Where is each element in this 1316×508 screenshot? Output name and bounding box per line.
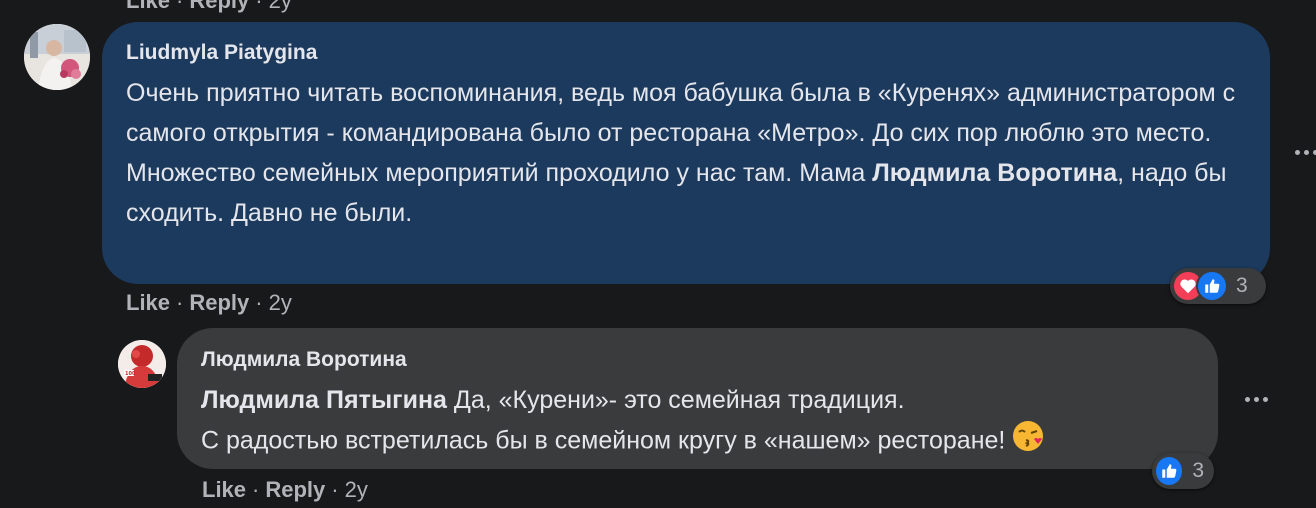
like-icon <box>1196 270 1228 302</box>
reply-author[interactable]: Людмила Воротина <box>201 347 1194 373</box>
separator-dot: · <box>176 0 184 13</box>
separator-dot: · <box>255 0 263 13</box>
reply-link[interactable]: Reply <box>189 0 249 14</box>
reaction-summary[interactable]: 3 <box>1170 268 1266 304</box>
reaction-count: 3 <box>1192 459 1204 482</box>
comment-thread: Like · Reply · 2y Liudmyla Piatygina Оче… <box>0 0 1316 508</box>
comment-actions: Like · Reply · 2y <box>126 290 292 316</box>
like-link[interactable]: Like <box>126 290 170 316</box>
mention-link[interactable]: Людмила Воротина <box>872 159 1117 187</box>
comment-text: Очень приятно читать воспоминания, ведь … <box>126 73 1246 233</box>
reply-actions: Like · Reply · 2y <box>202 477 368 503</box>
separator-dot: · <box>331 477 339 502</box>
reply-avatar[interactable]: 100 <box>118 340 166 388</box>
svg-text:100: 100 <box>125 371 136 377</box>
reply-bubble: Людмила Воротина Людмила Пятыгина Да, «К… <box>177 328 1218 469</box>
reply-options-button[interactable] <box>1236 389 1276 409</box>
comment-author[interactable]: Liudmyla Piatygina <box>126 40 1246 66</box>
ellipsis-icon <box>1244 396 1268 402</box>
comment-options-button[interactable] <box>1286 142 1316 162</box>
separator-dot: · <box>255 290 263 315</box>
like-icon <box>1154 455 1185 487</box>
reaction-count: 3 <box>1236 274 1248 297</box>
like-link[interactable]: Like <box>202 477 246 503</box>
timestamp[interactable]: 2y <box>269 290 292 316</box>
reply-link[interactable]: Reply <box>265 477 325 503</box>
separator-dot: · <box>252 477 260 502</box>
timestamp[interactable]: 2y <box>345 477 368 503</box>
previous-comment-actions: Like · Reply · 2y <box>126 0 292 14</box>
reply-text-line1: Да, «Курени»- это семейная традиция. <box>446 386 905 414</box>
profile-photo-icon: 100 <box>118 340 166 388</box>
comment-bubble: Liudmyla Piatygina Очень приятно читать … <box>102 22 1270 284</box>
reply-reaction-summary[interactable]: 3 <box>1152 453 1214 489</box>
reply-link[interactable]: Reply <box>189 290 249 316</box>
ellipsis-icon <box>1294 149 1316 155</box>
timestamp[interactable]: 2y <box>269 0 292 14</box>
like-link[interactable]: Like <box>126 0 170 14</box>
reply-text-line2: С радостью встретилась бы в семейном кру… <box>201 426 1013 455</box>
mention-link[interactable]: Людмила Пятыгина <box>201 386 447 414</box>
reply-text: Людмила Пятыгина Да, «Курени»- это семей… <box>201 380 1194 464</box>
kissing-face-emoji <box>1012 420 1044 464</box>
avatar[interactable] <box>24 24 90 90</box>
separator-dot: · <box>176 290 184 315</box>
profile-photo-icon <box>24 24 90 90</box>
